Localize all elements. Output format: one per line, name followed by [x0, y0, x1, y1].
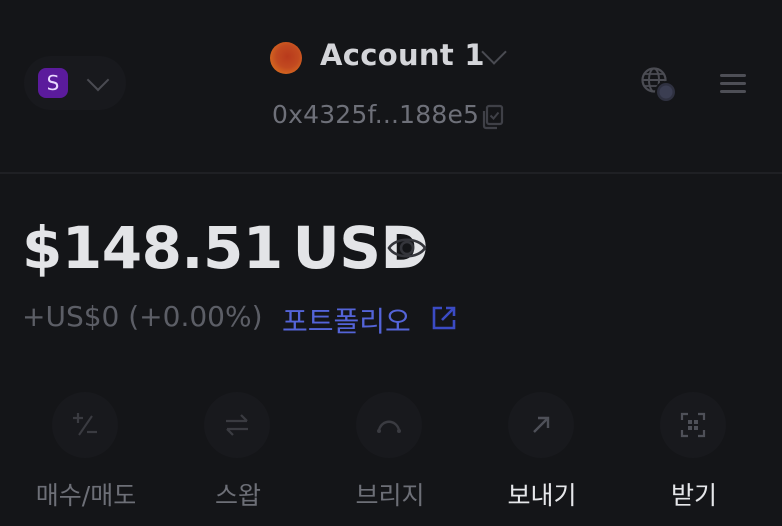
- copy-icon[interactable]: [480, 104, 504, 130]
- qr-code-icon: [660, 392, 726, 458]
- plus-minus-icon: [52, 392, 118, 458]
- buy-sell-button[interactable]: 매수/매도: [26, 392, 146, 526]
- balance-change: +US$0 (+0.00%): [22, 300, 263, 333]
- eye-icon[interactable]: [386, 232, 428, 264]
- receive-label: 받기: [670, 481, 717, 510]
- buy-sell-label: 매수/매도: [35, 481, 137, 510]
- portfolio-link[interactable]: 포트폴리오: [282, 300, 411, 340]
- receive-button[interactable]: 받기: [634, 392, 754, 526]
- account-name[interactable]: Account 1: [320, 38, 485, 72]
- network-badge: S: [38, 68, 68, 98]
- swap-label: 스왑: [214, 481, 261, 510]
- swap-arrows-icon: [204, 392, 270, 458]
- arrow-up-right-icon: [508, 392, 574, 458]
- header: S Account 1 0x4325f...188e5: [0, 0, 782, 174]
- chevron-down-icon: [86, 68, 110, 92]
- send-label: 보내기: [507, 481, 577, 510]
- account-address[interactable]: 0x4325f...188e5: [272, 100, 479, 129]
- bridge-button[interactable]: 브리지: [330, 392, 450, 526]
- globe-icon[interactable]: [640, 66, 682, 108]
- send-button[interactable]: 보내기: [482, 392, 602, 526]
- total-balance: $148.51 USD: [22, 214, 429, 282]
- swap-button[interactable]: 스왑: [178, 392, 298, 526]
- account-avatar[interactable]: [270, 42, 302, 74]
- external-link-icon[interactable]: [430, 304, 458, 332]
- balance-amount: $148.51: [22, 214, 283, 282]
- bridge-label: 브리지: [355, 481, 425, 510]
- chevron-down-icon[interactable]: [481, 39, 507, 65]
- hamburger-menu-icon[interactable]: [720, 72, 748, 94]
- bridge-icon: [356, 392, 422, 458]
- network-picker[interactable]: S: [24, 56, 126, 110]
